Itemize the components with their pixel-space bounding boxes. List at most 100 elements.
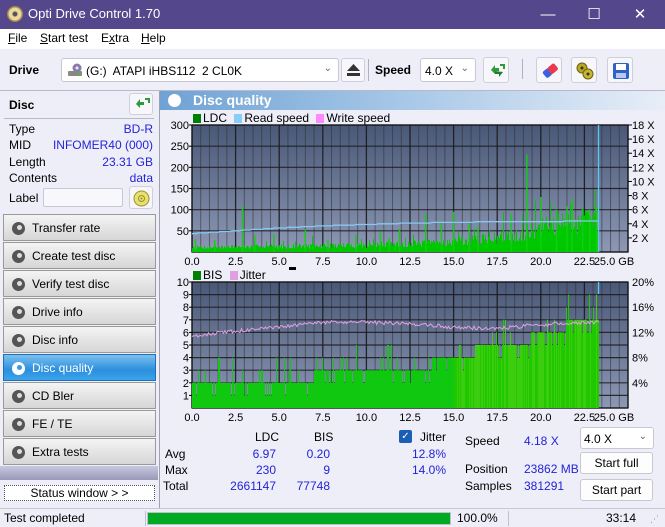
nav-item-label: Transfer rate xyxy=(32,221,101,235)
disc-mid-value: INFOMER40 (000) xyxy=(52,138,153,152)
transfer-rate-icon xyxy=(12,222,25,235)
menu-bar: File Start test Extra Help xyxy=(0,29,665,49)
drive-info-icon xyxy=(12,306,25,319)
x-tick-label: 2.5 xyxy=(228,412,243,424)
drive-select[interactable]: (G:) ATAPI iHBS112 2 CL0K ⌄ xyxy=(61,58,339,82)
disc-mid-row: MID INFOMER40 (000) xyxy=(9,138,153,154)
drive-icon xyxy=(67,63,83,77)
y-tick-label-left: 10 xyxy=(177,277,189,289)
disc-contents-value: data xyxy=(129,171,153,185)
test-speed-value: 4.0 X xyxy=(584,432,613,446)
speed-select[interactable]: 4.0 X ⌄ xyxy=(420,58,476,82)
y-tick-label-left: 250 xyxy=(171,141,189,153)
y-tick-label-left: 6 xyxy=(183,327,189,339)
samples-value: 381291 xyxy=(524,479,565,493)
test-speed-select[interactable]: 4.0 X ⌄ xyxy=(580,427,654,449)
nav-item-create-test-disc[interactable]: Create test disc xyxy=(3,242,156,269)
nav-item-drive-info[interactable]: Drive info xyxy=(3,298,156,325)
avg-jitter: 12.8% xyxy=(411,447,446,461)
y-tick-label-left: 1 xyxy=(183,390,189,402)
disc-icon xyxy=(133,190,150,210)
nav-item-transfer-rate[interactable]: Transfer rate xyxy=(3,214,156,241)
nav-item-verify-test-disc[interactable]: Verify test disc xyxy=(3,270,156,297)
divider xyxy=(145,511,146,526)
position-value: 23862 MB xyxy=(524,462,579,476)
speed-stat-value: 4.18 X xyxy=(524,434,559,448)
close-button[interactable]: ✕ xyxy=(617,0,663,29)
y-tick-label-left: 150 xyxy=(171,184,189,196)
progress-fill xyxy=(148,513,450,524)
nav-item-disc-quality[interactable]: Disc quality xyxy=(3,354,156,381)
window-title: Opti Drive Control 1.70 xyxy=(28,6,161,21)
nav-item-fe-te[interactable]: FE / TE xyxy=(3,410,156,437)
start-full-button[interactable]: Start full xyxy=(580,452,653,474)
nav-item-disc-info[interactable]: Disc info xyxy=(3,326,156,353)
samples-label: Samples xyxy=(465,479,512,493)
disc-type-key: Type xyxy=(9,122,36,136)
left-panel: Disc Type BD-R MID INFOMER40 (000) Lengt… xyxy=(0,91,158,508)
copy-button[interactable] xyxy=(571,57,597,83)
cd-bler-icon xyxy=(12,390,25,403)
start-part-button[interactable]: Start part xyxy=(580,479,653,501)
menu-extra[interactable]: Extra xyxy=(101,31,129,45)
y-tick-label-right: 12% xyxy=(632,327,654,339)
disc-contents-row: Contents data xyxy=(9,171,153,187)
refresh-button[interactable] xyxy=(483,57,509,83)
y-tick-label-right: 14 X xyxy=(632,148,655,160)
minimize-button[interactable]: — xyxy=(525,0,571,29)
save-icon xyxy=(612,62,630,83)
panel-header: Disc quality xyxy=(160,91,665,110)
divider xyxy=(508,511,509,526)
y-tick-label-left: 200 xyxy=(171,162,189,174)
x-tick-label: 7.5 xyxy=(315,412,330,424)
status-text: Test completed xyxy=(4,511,85,525)
disc-info-icon xyxy=(12,334,25,347)
menu-extra-pre: E xyxy=(101,31,110,45)
menu-start-test[interactable]: Start test xyxy=(40,31,88,45)
menu-help[interactable]: Help xyxy=(141,31,166,45)
resize-grip[interactable]: ⋰ xyxy=(650,514,659,525)
avg-bis: 0.20 xyxy=(306,447,330,461)
max-label: Max xyxy=(165,463,188,477)
nav-item-cd-bler[interactable]: CD Bler xyxy=(3,382,156,409)
progress-text: 100.0% xyxy=(457,511,498,525)
y-tick-label-right: 12 X xyxy=(632,162,655,174)
y-tick-label-left: 8 xyxy=(183,302,189,314)
disc-contents-key: Contents xyxy=(9,171,58,185)
nav-item-extra-tests[interactable]: Extra tests xyxy=(3,438,156,465)
speed-select-value: 4.0 X xyxy=(425,64,454,78)
menu-start-test-accel: S xyxy=(40,31,49,45)
fe-te-icon xyxy=(12,418,25,431)
x-tick-label: 25.0 GB xyxy=(594,412,634,424)
x-tick-label: 20.0 xyxy=(530,412,551,424)
x-tick-label: 12.5 xyxy=(399,412,420,424)
disc-label-input[interactable] xyxy=(43,188,123,207)
disc-type-row: Type BD-R xyxy=(9,122,153,138)
maximize-button[interactable]: ☐ xyxy=(571,0,617,29)
menu-start-test-label: tart test xyxy=(48,31,89,45)
jitter-checkbox[interactable]: ✓ xyxy=(399,430,412,443)
x-tick-label: 10.0 xyxy=(356,412,377,424)
status-window-button[interactable]: Status window > > xyxy=(4,485,155,501)
y-tick-label-left: 3 xyxy=(183,365,189,377)
x-tick-label: 0.0 xyxy=(184,412,199,424)
chevron-down-icon: ⌄ xyxy=(323,63,332,74)
y-tick-label-right: 8% xyxy=(632,353,648,365)
disc-refresh-button[interactable] xyxy=(129,93,153,115)
progress-bar xyxy=(147,512,451,525)
speed-label: Speed xyxy=(375,63,412,77)
erase-button[interactable] xyxy=(536,57,562,83)
eject-button[interactable] xyxy=(341,58,365,82)
x-tick-label: 22.5 xyxy=(574,412,595,424)
verify-test-disc-icon xyxy=(12,278,25,291)
disc-length-row: Length 23.31 GB xyxy=(9,155,153,171)
menu-file[interactable]: File xyxy=(8,31,27,45)
nav-item-label: Create test disc xyxy=(32,249,116,263)
nav-item-label: FE / TE xyxy=(32,417,73,431)
eject-icon xyxy=(346,63,361,80)
extra-tests-icon xyxy=(12,446,25,459)
disc-mid-key: MID xyxy=(9,138,31,152)
save-button[interactable] xyxy=(607,57,633,83)
disc-label-button[interactable] xyxy=(129,186,153,209)
toolbar: Drive (G:) ATAPI iHBS112 2 CL0K ⌄ Speed … xyxy=(0,49,665,91)
